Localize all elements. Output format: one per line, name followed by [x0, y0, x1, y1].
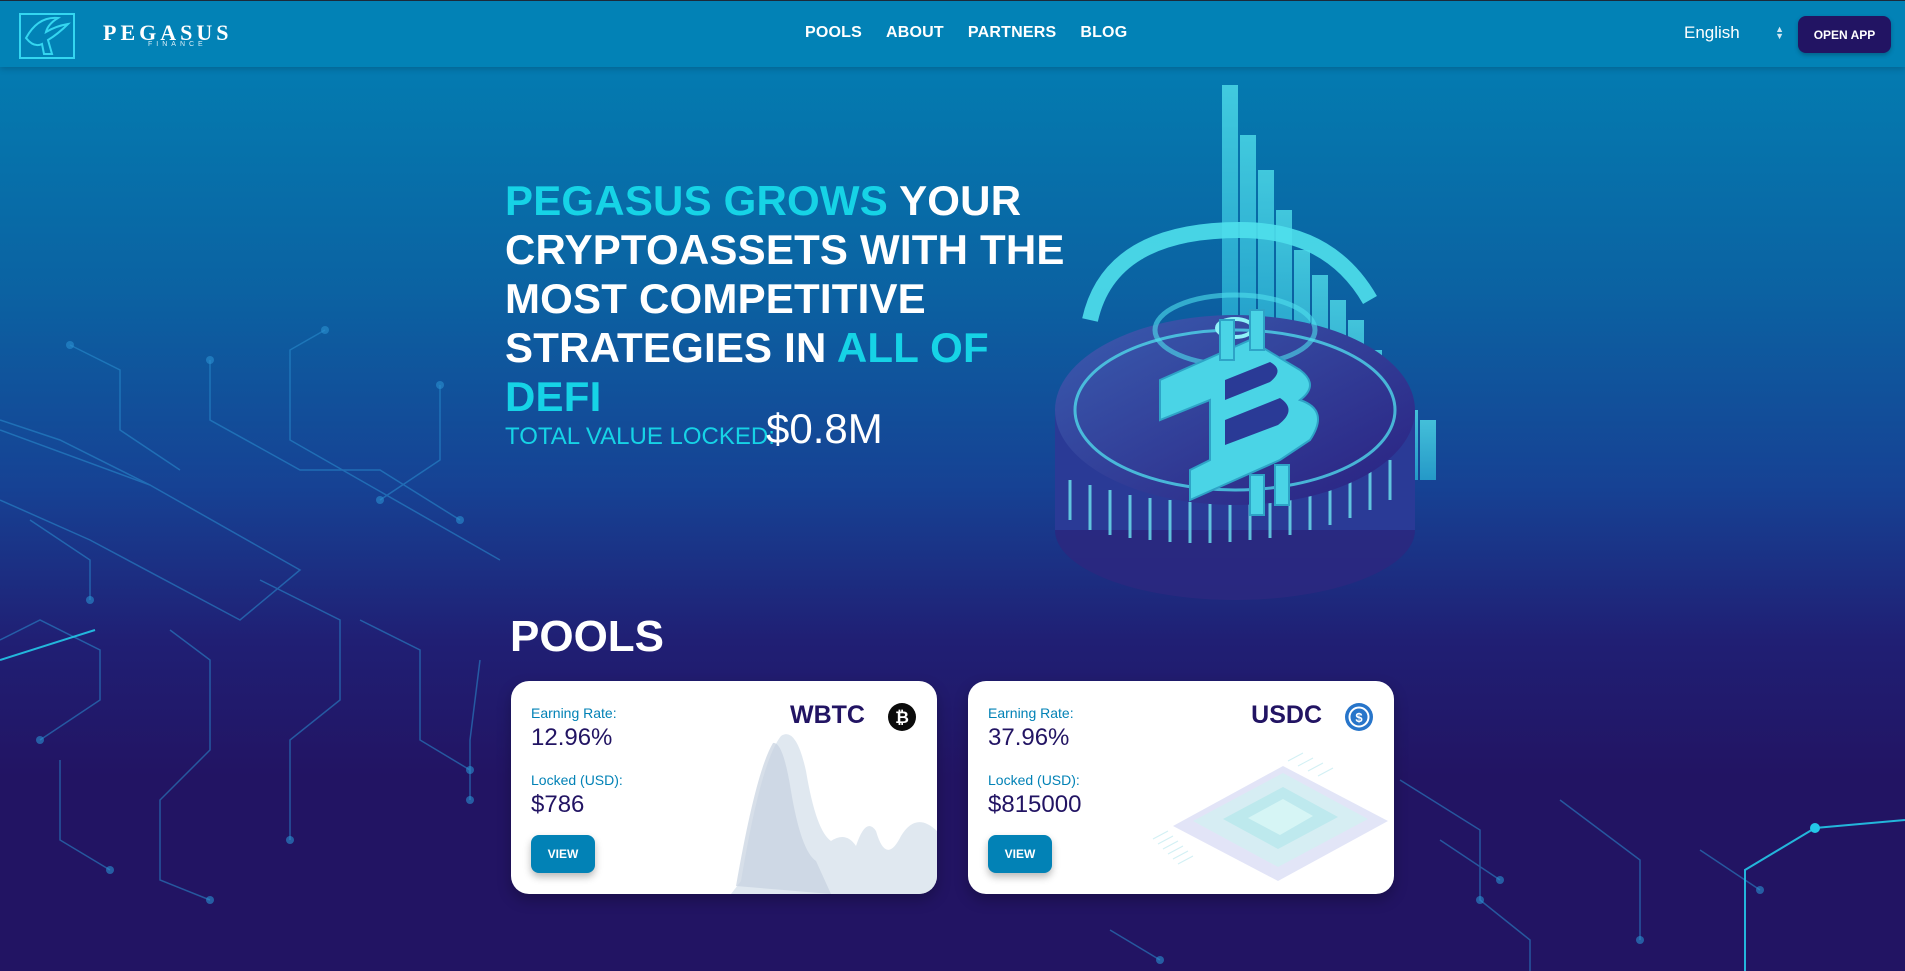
top-navigation-bar: PEGASUS FINANCE POOLS ABOUT PARTNERS BLO…: [0, 0, 1905, 67]
bitcoin-icon: ₿: [888, 703, 916, 731]
bitcoin-coin-illustration: [1055, 85, 1436, 600]
language-select-value: English: [1684, 23, 1740, 42]
nav-link-about[interactable]: ABOUT: [886, 24, 944, 42]
view-pool-button[interactable]: VIEW: [531, 835, 595, 873]
asset-name: USDC: [1251, 701, 1322, 729]
nav-link-partners[interactable]: PARTNERS: [968, 24, 1056, 42]
hero-headline: PEGASUS GROWS YOUR CRYPTOASSETS WITH THE…: [505, 176, 1075, 421]
nav-link-pools[interactable]: POOLS: [805, 24, 862, 42]
locked-usd-label: Locked (USD):: [988, 772, 1080, 788]
tvl-label: TOTAL VALUE LOCKED:: [505, 423, 775, 450]
tvl-value: $0.8M: [766, 405, 883, 452]
locked-usd-value: $815000: [988, 791, 1082, 818]
pool-card-wbtc: Earning Rate: 12.96% Locked (USD): $786 …: [511, 681, 937, 894]
asset-name: WBTC: [790, 701, 865, 729]
usdc-icon: $: [1345, 703, 1373, 731]
pegasus-logo-icon: [19, 13, 75, 59]
svg-text:₿: ₿: [895, 708, 909, 727]
pools-section-title: POOLS: [510, 612, 665, 661]
language-select[interactable]: English ▲ ▼: [1684, 23, 1784, 47]
hero-headline-highlight-start: PEGASUS GROWS: [505, 177, 888, 224]
earning-rate-label: Earning Rate:: [988, 705, 1074, 721]
home-logo-link[interactable]: PEGASUS FINANCE: [18, 10, 228, 62]
select-arrows-icon: ▲ ▼: [1775, 24, 1784, 41]
nav-link-blog[interactable]: BLOG: [1080, 24, 1127, 42]
earning-rate-value: 12.96%: [531, 724, 613, 751]
pool-card-usdc: Earning Rate: 37.96% Locked (USD): $8150…: [968, 681, 1394, 894]
earning-rate-value: 37.96%: [988, 724, 1070, 751]
svg-text:$: $: [1355, 710, 1363, 725]
open-app-button[interactable]: OPEN APP: [1798, 16, 1891, 53]
locked-usd-label: Locked (USD):: [531, 772, 623, 788]
locked-usd-value: $786: [531, 791, 585, 818]
circuit-background: [0, 326, 1905, 971]
main-nav: POOLS ABOUT PARTNERS BLOG: [805, 24, 1151, 42]
view-pool-button[interactable]: VIEW: [988, 835, 1052, 873]
earning-rate-label: Earning Rate:: [531, 705, 617, 721]
brand-tagline: FINANCE: [148, 41, 207, 48]
